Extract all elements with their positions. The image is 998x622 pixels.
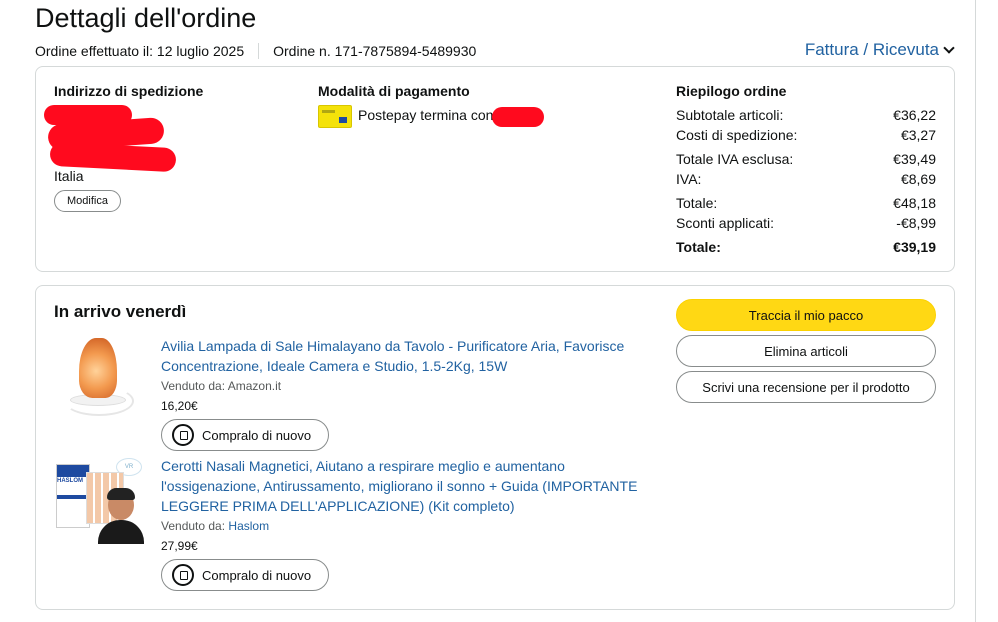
- summary-row: IVA: €8,69: [676, 171, 936, 187]
- item-title-link[interactable]: Avilia Lampada di Sale Himalayano da Tav…: [161, 336, 651, 376]
- item-title-link[interactable]: Cerotti Nasali Magnetici, Aiutano a resp…: [161, 456, 651, 516]
- track-package-button[interactable]: Traccia il mio pacco: [676, 299, 936, 331]
- box-brand-text: HASLOM: [57, 478, 83, 484]
- summary-row: Totale IVA esclusa: €39,49: [676, 151, 936, 167]
- summary-row: Totale: €48,18: [676, 195, 936, 211]
- summary-value: -€8,99: [896, 215, 936, 231]
- summary-label: Subtotale articoli:: [676, 107, 784, 123]
- seller-link[interactable]: Haslom: [228, 519, 269, 533]
- summary-total-row: Totale: €39,19: [676, 239, 936, 255]
- order-number: Ordine n. 171-7875894-5489930: [273, 43, 477, 59]
- payment-title: Modalità di pagamento: [318, 83, 470, 99]
- summary-row: Subtotale articoli: €36,22: [676, 107, 936, 123]
- invoice-link-label[interactable]: Fattura / Ricevuta: [805, 40, 939, 60]
- summary-row: Sconti applicati: -€8,99: [676, 215, 936, 231]
- buy-again-button[interactable]: Compralo di nuovo: [161, 559, 329, 591]
- summary-value: €48,18: [893, 195, 936, 211]
- buy-again-icon: [172, 424, 194, 446]
- buy-again-label[interactable]: Compralo di nuovo: [202, 428, 311, 443]
- summary-value: €39,19: [893, 239, 936, 255]
- item-price: 27,99€: [161, 539, 198, 553]
- summary-label: Totale:: [676, 195, 718, 211]
- shipping-title: Indirizzo di spedizione: [54, 83, 204, 99]
- edit-address-button[interactable]: Modifica: [54, 190, 121, 212]
- remove-items-button[interactable]: Elimina articoli: [676, 335, 936, 367]
- person-photo: [96, 486, 146, 544]
- order-date: Ordine effettuato il: 12 luglio 2025: [35, 43, 245, 59]
- summary-label: Sconti applicati:: [676, 215, 775, 231]
- postepay-card-icon: [318, 105, 352, 128]
- sold-by-label: Venduto da:: [161, 519, 229, 533]
- summary-value: €39,49: [893, 151, 936, 167]
- page-edge-divider: [975, 0, 976, 622]
- delivery-card: In arrivo venerdì Avilia Lampada di Sale…: [35, 285, 955, 610]
- person-body-shape: [98, 520, 144, 544]
- summary-label: IVA:: [676, 171, 702, 187]
- summary-label: Costi di spedizione:: [676, 127, 798, 143]
- buy-again-button[interactable]: Compralo di nuovo: [161, 419, 329, 451]
- redaction-mark: [492, 107, 544, 127]
- summary-value: €8,69: [900, 171, 936, 187]
- summary-title: Riepilogo ordine: [676, 83, 787, 99]
- lamp-stone-shape: [79, 338, 117, 398]
- sold-by: Venduto da: Haslom: [161, 519, 269, 533]
- summary-label: Totale:: [676, 239, 721, 255]
- summary-value: €36,22: [893, 107, 936, 123]
- seller-name: Amazon.it: [227, 379, 282, 393]
- chevron-down-icon[interactable]: [943, 42, 955, 54]
- write-review-button[interactable]: Scrivi una recensione per il prodotto: [676, 371, 936, 403]
- buy-again-icon: [172, 564, 194, 586]
- shipping-country: Italia: [54, 168, 84, 184]
- item-price: 16,20€: [161, 399, 198, 413]
- arrival-title: In arrivo venerdì: [54, 302, 187, 321]
- summary-row: Costi di spedizione: €3,27: [676, 127, 936, 143]
- product-box-shape: [56, 464, 90, 528]
- order-info-card: Indirizzo di spedizione a Italia Modific…: [35, 66, 955, 272]
- invoice-dropdown[interactable]: Fattura / Ricevuta: [805, 40, 955, 60]
- order-meta: Ordine effettuato il: 12 luglio 2025 Ord…: [35, 43, 476, 59]
- summary-label: Totale IVA esclusa:: [676, 151, 794, 167]
- person-hair-shape: [107, 488, 135, 500]
- page-title: Dettagli dell'ordine: [35, 3, 257, 33]
- sold-by-label: Venduto da:: [161, 379, 228, 393]
- sold-by: Venduto da: Amazon.it: [161, 379, 281, 393]
- meta-separator: [258, 43, 260, 59]
- buy-again-label[interactable]: Compralo di nuovo: [202, 568, 311, 583]
- summary-value: €3,27: [900, 127, 936, 143]
- payment-card-text: Postepay termina con: [358, 107, 494, 123]
